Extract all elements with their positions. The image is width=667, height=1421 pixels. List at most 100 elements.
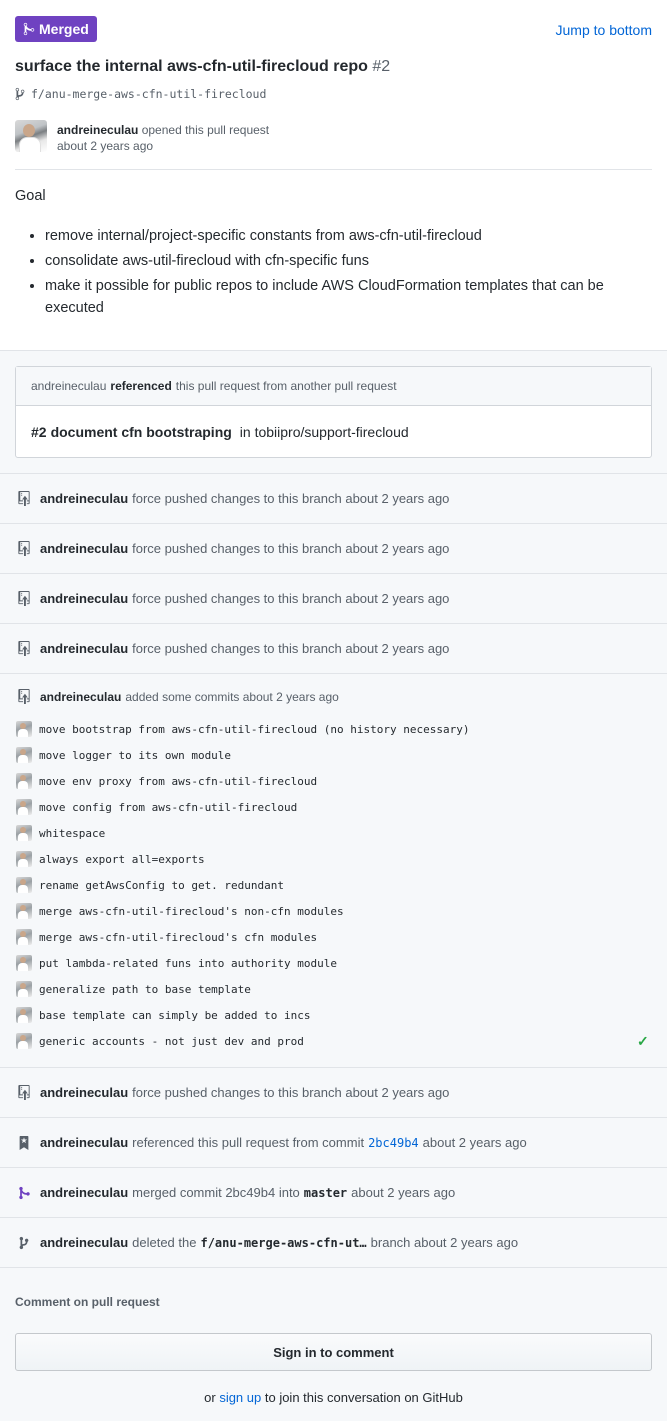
event-user[interactable]: andreineculau	[40, 541, 128, 556]
commit-message[interactable]: base template can simply be added to inc…	[39, 1009, 651, 1022]
commit-reference-event: andreineculau referenced this pull reque…	[0, 1117, 667, 1167]
event-text: force pushed changes to this branch abou…	[132, 641, 450, 656]
commit-message[interactable]: whitespace	[39, 827, 651, 840]
reference-repo: in tobiipro/support-firecloud	[239, 423, 409, 440]
avatar[interactable]	[15, 120, 47, 152]
avatar[interactable]	[16, 955, 32, 971]
avatar[interactable]	[16, 1007, 32, 1023]
event-time: about 2 years ago	[422, 1135, 527, 1150]
event-text: force pushed changes to this branch abou…	[132, 591, 450, 606]
signup-line: or sign up to join this conversation on …	[0, 1390, 667, 1405]
reference-body[interactable]: #2 document cfn bootstraping in tobiipro…	[16, 406, 651, 457]
author-block: andreineculau opened this pull request a…	[15, 120, 269, 154]
reference-header: andreineculau referenced this pull reque…	[16, 367, 651, 406]
avatar[interactable]	[16, 747, 32, 763]
avatar[interactable]	[16, 1033, 32, 1049]
commit-sha-link[interactable]: 2bc49b4	[368, 1136, 419, 1150]
commit-message[interactable]: generalize path to base template	[39, 983, 651, 996]
force-push-event: andreineculau force pushed changes to th…	[0, 473, 667, 523]
commit-row: generic accounts - not just dev and prod…	[16, 1028, 651, 1054]
force-push-event: andreineculau force pushed changes to th…	[0, 1067, 667, 1117]
event-text: force pushed changes to this branch abou…	[132, 541, 450, 556]
commit-message[interactable]: move env proxy from aws-cfn-util-fireclo…	[39, 775, 651, 788]
repo-push-icon	[18, 641, 30, 656]
commit-row: merge aws-cfn-util-firecloud's non-cfn m…	[16, 898, 651, 924]
bookmark-icon	[19, 1135, 29, 1150]
commit-message[interactable]: generic accounts - not just dev and prod	[39, 1035, 637, 1048]
comment-heading: Comment on pull request	[15, 1295, 160, 1309]
event-user[interactable]: andreineculau	[40, 491, 128, 506]
avatar[interactable]	[16, 981, 32, 997]
commit-message[interactable]: move bootstrap from aws-cfn-util-fireclo…	[39, 723, 651, 736]
pr-title: surface the internal aws-cfn-util-firecl…	[15, 58, 390, 76]
author-name[interactable]: andreineculau	[57, 123, 138, 137]
commit-row: move env proxy from aws-cfn-util-fireclo…	[16, 768, 651, 794]
event-user[interactable]: andreineculau	[40, 1135, 128, 1150]
commit-row: always export all=exports	[16, 846, 651, 872]
goal-heading: Goal	[15, 188, 46, 204]
opened-text: opened this pull request	[141, 123, 270, 137]
branch-icon	[19, 1236, 29, 1249]
jump-to-bottom-link[interactable]: Jump to bottom	[556, 22, 653, 38]
list-item: consolidate aws-util-firecloud with cfn-…	[45, 250, 625, 272]
event-user[interactable]: andreineculau	[40, 641, 128, 656]
commit-message[interactable]: merge aws-cfn-util-firecloud's cfn modul…	[39, 931, 651, 944]
commit-message[interactable]: move config from aws-cfn-util-firecloud	[39, 801, 651, 814]
event-user[interactable]: andreineculau	[40, 1235, 128, 1250]
event-user[interactable]: andreineculau	[40, 690, 121, 704]
pr-number: #2	[372, 58, 391, 75]
pr-body: Goal remove internal/project-specific co…	[0, 170, 667, 350]
force-push-event: andreineculau force pushed changes to th…	[0, 523, 667, 573]
event-user[interactable]: andreineculau	[40, 1085, 128, 1100]
force-push-event: andreineculau force pushed changes to th…	[0, 623, 667, 673]
reference-box: andreineculau referenced this pull reque…	[15, 366, 652, 458]
reference-user[interactable]: andreineculau	[31, 379, 106, 393]
event-time: about 2 years ago	[351, 1185, 456, 1200]
reference-pr-title[interactable]: document cfn bootstraping	[51, 424, 232, 440]
event-text: force pushed changes to this branch abou…	[132, 1085, 450, 1100]
avatar[interactable]	[16, 721, 32, 737]
avatar[interactable]	[16, 929, 32, 945]
sign-up-link[interactable]: sign up	[219, 1390, 261, 1405]
commit-message[interactable]: put lambda-related funs into authority m…	[39, 957, 651, 970]
avatar[interactable]	[16, 851, 32, 867]
commit-row: rename getAwsConfig to get. redundant	[16, 872, 651, 898]
commit-row: move bootstrap from aws-cfn-util-fireclo…	[16, 716, 651, 742]
avatar[interactable]	[16, 799, 32, 815]
commit-message[interactable]: move logger to its own module	[39, 749, 651, 762]
avatar[interactable]	[16, 825, 32, 841]
target-branch[interactable]: master	[304, 1186, 347, 1200]
opened-time: about 2 years ago	[57, 139, 154, 153]
reference-pr-number[interactable]: #2	[31, 424, 47, 440]
branch-name[interactable]: f/anu-merge-aws-cfn-util-firecloud	[31, 87, 266, 101]
event-text: added some commits about 2 years ago	[125, 689, 339, 704]
sign-in-button[interactable]: Sign in to comment	[15, 1333, 652, 1371]
commit-message[interactable]: rename getAwsConfig to get. redundant	[39, 879, 651, 892]
commit-message[interactable]: always export all=exports	[39, 853, 651, 866]
branch-icon	[15, 87, 25, 101]
commit-row: merge aws-cfn-util-firecloud's cfn modul…	[16, 924, 651, 950]
commit-list: move bootstrap from aws-cfn-util-fireclo…	[16, 716, 651, 1054]
avatar[interactable]	[16, 773, 32, 789]
list-item: remove internal/project-specific constan…	[45, 225, 625, 247]
event-user[interactable]: andreineculau	[40, 591, 128, 606]
avatar[interactable]	[16, 903, 32, 919]
merged-label: Merged	[39, 21, 89, 37]
pr-title-text: surface the internal aws-cfn-util-firecl…	[15, 58, 368, 75]
commit-message[interactable]: merge aws-cfn-util-firecloud's non-cfn m…	[39, 905, 651, 918]
repo-push-icon	[18, 689, 30, 704]
branch-deleted-event: andreineculau deleted the f/anu-merge-aw…	[0, 1217, 667, 1267]
commit-row: whitespace	[16, 820, 651, 846]
reference-event: andreineculau referenced this pull reque…	[0, 350, 667, 473]
check-icon[interactable]: ✓	[637, 1033, 651, 1050]
deleted-branch: f/anu-merge-aws-cfn-ut…	[200, 1235, 367, 1250]
commits-header: andreineculau added some commits about 2…	[16, 689, 339, 704]
merged-event: andreineculau merged commit 2bc49b4 into…	[0, 1167, 667, 1217]
reference-text: this pull request from another pull requ…	[175, 379, 397, 393]
commit-row: move logger to its own module	[16, 742, 651, 768]
commit-row: move config from aws-cfn-util-firecloud	[16, 794, 651, 820]
pr-header: Merged Jump to bottom surface the intern…	[0, 0, 667, 170]
avatar[interactable]	[16, 877, 32, 893]
event-user[interactable]: andreineculau	[40, 1185, 128, 1200]
repo-push-icon	[18, 541, 30, 556]
